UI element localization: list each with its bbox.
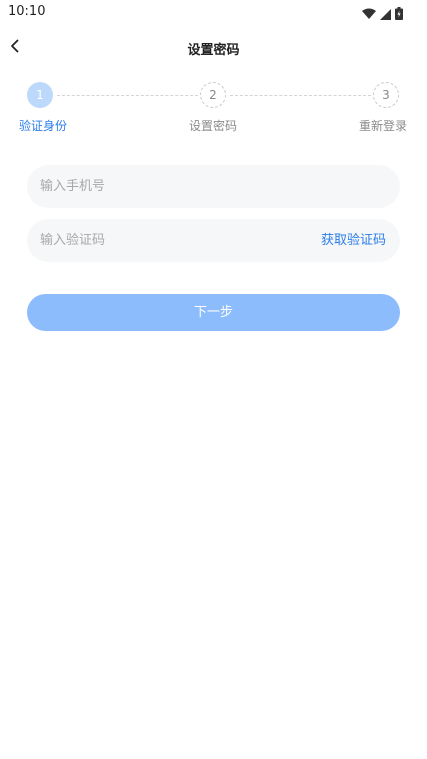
step-2-label: 设置密码: [188, 119, 238, 133]
nav-bar: 设置密码: [0, 30, 427, 64]
next-button[interactable]: 下一步: [27, 294, 400, 331]
status-bar: 10:10: [0, 0, 427, 24]
wifi-icon: [362, 5, 376, 24]
get-code-button[interactable]: 获取验证码: [321, 219, 386, 262]
phone-input[interactable]: [40, 165, 380, 208]
status-time: 10:10: [8, 4, 46, 19]
page-title: 设置密码: [187, 43, 240, 58]
step-connector: [230, 95, 371, 96]
step-2-circle: 2: [200, 82, 226, 108]
step-connector: [57, 95, 198, 96]
code-field: 获取验证码: [27, 219, 400, 262]
step-3-circle: 3: [373, 82, 399, 108]
status-icons: [362, 5, 403, 24]
signal-icon: [380, 5, 391, 24]
code-input[interactable]: [40, 219, 290, 262]
step-1-circle: 1: [27, 82, 53, 108]
step-indicator: 1 2 3 验证身份 设置密码 重新登录: [0, 80, 427, 140]
phone-field: [27, 165, 400, 208]
step-3-label: 重新登录: [358, 119, 408, 133]
battery-icon: [395, 5, 403, 24]
step-1-label: 验证身份: [18, 119, 68, 133]
